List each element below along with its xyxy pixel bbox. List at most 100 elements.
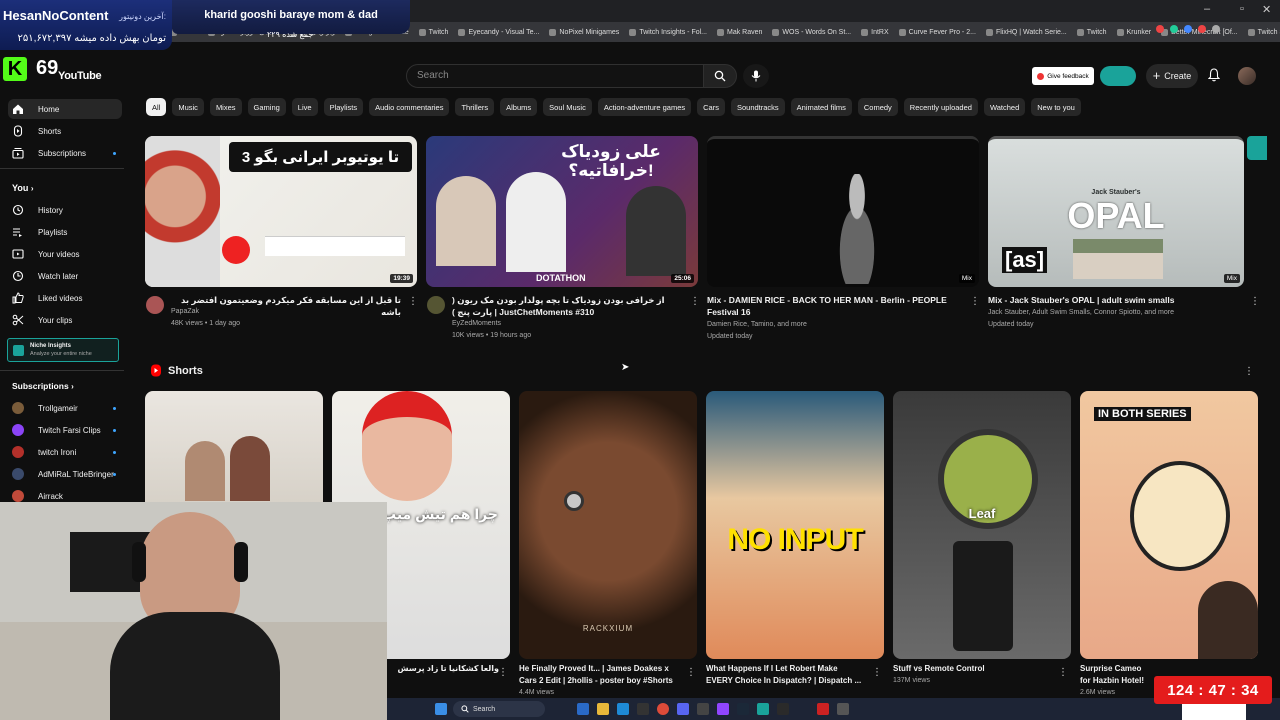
bookmark-item[interactable]: Twitch	[1076, 28, 1107, 36]
filter-chip[interactable]: Thrillers	[455, 98, 495, 116]
filter-chip[interactable]: Comedy	[857, 98, 898, 116]
sidebar-item-subscriptions[interactable]: Subscriptions	[8, 143, 122, 163]
bookmark-item[interactable]: Mak Raven	[717, 28, 762, 36]
taskbar-app-icon[interactable]	[817, 703, 829, 715]
filter-chip[interactable]: Action-adventure games	[597, 98, 692, 116]
video-title[interactable]: تا قبل از این مسابقه فکر میکردم وضعیتمون…	[171, 294, 401, 318]
bookmark-item[interactable]: Eyecandy - Visual Te...	[458, 28, 539, 36]
filter-chip[interactable]: Animated films	[790, 98, 852, 116]
sidebar-item-home[interactable]: Home	[8, 99, 122, 119]
more-options-icon[interactable]: ⋮	[408, 296, 418, 307]
sidebar-item-your-videos[interactable]: Your videos	[8, 244, 122, 264]
filter-chip[interactable]: Mixes	[209, 98, 242, 116]
sidebar-subscription-item[interactable]: AdMiRaL TideBringer	[8, 464, 122, 484]
extension-side-tab[interactable]	[1247, 136, 1267, 160]
sidebar-item-shorts[interactable]: Shorts	[8, 121, 122, 141]
search-input[interactable]: Search	[406, 64, 704, 88]
video-channel[interactable]: Jack Stauber, Adult Swim Smalls, Connor …	[988, 307, 1174, 319]
taskbar-app-icon[interactable]	[757, 703, 769, 715]
filter-chip[interactable]: Albums	[500, 98, 538, 116]
short-thumbnail[interactable]: NO INPUT	[706, 391, 884, 659]
filter-chip[interactable]: Playlists	[323, 98, 364, 116]
filter-chip[interactable]: All	[146, 98, 167, 116]
niche-insights-card[interactable]: Niche Insights Analyze your entire niche	[7, 338, 119, 362]
sidebar-you-heading[interactable]: You ›	[12, 183, 34, 193]
sidebar-subscription-item[interactable]: Trollgameir	[8, 398, 122, 418]
short-title[interactable]: He Finally Proved It... | James Doakes x…	[519, 663, 679, 687]
short-thumbnail[interactable]: RACKXIUM	[519, 391, 697, 659]
sidebar-item-watch-later[interactable]: Watch later	[8, 266, 122, 286]
search-button[interactable]	[703, 64, 737, 88]
filter-chip[interactable]: Music	[172, 98, 204, 116]
more-options-icon[interactable]: ⋮	[686, 667, 696, 678]
twitch-icon[interactable]	[717, 703, 729, 715]
bookmark-item[interactable]: Twitch	[418, 28, 448, 36]
filter-chip[interactable]: Gaming	[247, 98, 286, 116]
short-title[interactable]: Stuff vs Remote Control	[893, 663, 1053, 675]
discord-icon[interactable]	[677, 703, 689, 715]
taskbar-app-icon[interactable]	[697, 703, 709, 715]
sidebar-item-playlists[interactable]: Playlists	[8, 222, 122, 242]
filter-chip[interactable]: Soundtracks	[730, 98, 785, 116]
more-options-icon[interactable]: ⋮	[1244, 366, 1254, 377]
steam-icon[interactable]	[737, 703, 749, 715]
video-thumbnail[interactable]: 3 تا یوتیوبر ایرانی بگو 19:39	[145, 136, 417, 287]
video-title[interactable]: از خرافی بودن زودیاک تا بچه پولدار بودن …	[452, 294, 682, 318]
short-thumbnail[interactable]: Leaf	[893, 391, 1071, 659]
voice-search-button[interactable]	[743, 64, 769, 88]
more-options-icon[interactable]: ⋮	[1250, 296, 1260, 307]
taskbar-search[interactable]: Search	[453, 701, 545, 717]
more-options-icon[interactable]: ⋮	[498, 667, 508, 678]
extension-icon[interactable]	[1184, 25, 1192, 33]
channel-avatar[interactable]	[427, 296, 445, 314]
video-title[interactable]: Mix - Jack Stauber's OPAL | adult swim s…	[988, 294, 1238, 306]
extension-icon[interactable]	[1170, 25, 1178, 33]
youtube-logo[interactable]: YouTube	[58, 70, 102, 82]
more-options-icon[interactable]: ⋮	[970, 296, 980, 307]
bookmark-item[interactable]: Curve Fever Pro - 2...	[898, 28, 976, 36]
edge-icon[interactable]	[617, 703, 629, 715]
sidebar-item-your-clips[interactable]: Your clips	[8, 310, 122, 330]
short-title[interactable]: What Happens If I Let Robert Make EVERY …	[706, 663, 866, 687]
filter-chip[interactable]: Live	[291, 98, 318, 116]
bookmark-item[interactable]: Twitch Sub Vod	[1247, 28, 1280, 36]
more-options-icon[interactable]: ⋮	[690, 296, 700, 307]
mix-thumbnail[interactable]: Jack Stauber's OPAL [as] Mix	[988, 136, 1244, 287]
extension-icon[interactable]	[1212, 25, 1220, 33]
video-channel[interactable]: Damien Rice, Tamino, and more	[707, 319, 807, 331]
filter-chip[interactable]: Soul Music	[543, 98, 592, 116]
short-title[interactable]: Surprise Cameo for Hazbin Hotel! #shorts…	[1080, 663, 1154, 687]
filter-chip[interactable]: Cars	[697, 98, 725, 116]
chrome-icon[interactable]	[657, 703, 669, 715]
close-icon[interactable]: ✕	[1262, 3, 1271, 16]
bookmark-item[interactable]: Twitch Insights - Fol...	[629, 28, 707, 36]
more-options-icon[interactable]: ⋮	[1058, 667, 1068, 678]
bookmark-item[interactable]: IntRX	[861, 28, 889, 36]
obs-icon[interactable]	[777, 703, 789, 715]
filter-chip[interactable]: Watched	[983, 98, 1026, 116]
sidebar-subscription-item[interactable]: Twitch Farsi Clips	[8, 420, 122, 440]
bookmark-item[interactable]: Krunker	[1116, 28, 1151, 36]
maximize-icon[interactable]: ▫	[1240, 3, 1244, 15]
extension-icon[interactable]	[1156, 25, 1164, 33]
niche-extension-button[interactable]	[1100, 66, 1136, 86]
bookmark-item[interactable]: FlixHQ | Watch Serie...	[985, 28, 1067, 36]
taskbar-app-icon[interactable]	[637, 703, 649, 715]
bookmark-item[interactable]: NoPixel Minigames	[549, 28, 619, 36]
short-thumbnail[interactable]: IN BOTH SERIES	[1080, 391, 1258, 659]
short-title[interactable]: والعا کشکانیا تا زاد پرسش	[387, 663, 499, 675]
video-channel[interactable]: EyZedMoments	[452, 318, 501, 330]
minimize-icon[interactable]: –	[1204, 3, 1210, 15]
filter-chip[interactable]: Audio commentaries	[369, 98, 450, 116]
video-channel[interactable]: PapaZak	[171, 306, 199, 318]
sidebar-subscription-item[interactable]: twitch Ironi	[8, 442, 122, 462]
channel-avatar[interactable]	[146, 296, 164, 314]
taskbar-app-icon[interactable]	[837, 703, 849, 715]
more-options-icon[interactable]: ⋮	[872, 667, 882, 678]
notifications-button[interactable]	[1207, 68, 1221, 87]
video-title[interactable]: Mix - DAMIEN RICE - BACK TO HER MAN - Be…	[707, 294, 957, 318]
account-avatar[interactable]	[1238, 67, 1256, 85]
sidebar-subscriptions-heading[interactable]: Subscriptions ›	[12, 381, 74, 391]
video-thumbnail[interactable]: علی زودیاک خرافاتیه؟! DOTATHON 25:06	[426, 136, 698, 287]
mix-thumbnail[interactable]: Mix	[707, 136, 979, 287]
